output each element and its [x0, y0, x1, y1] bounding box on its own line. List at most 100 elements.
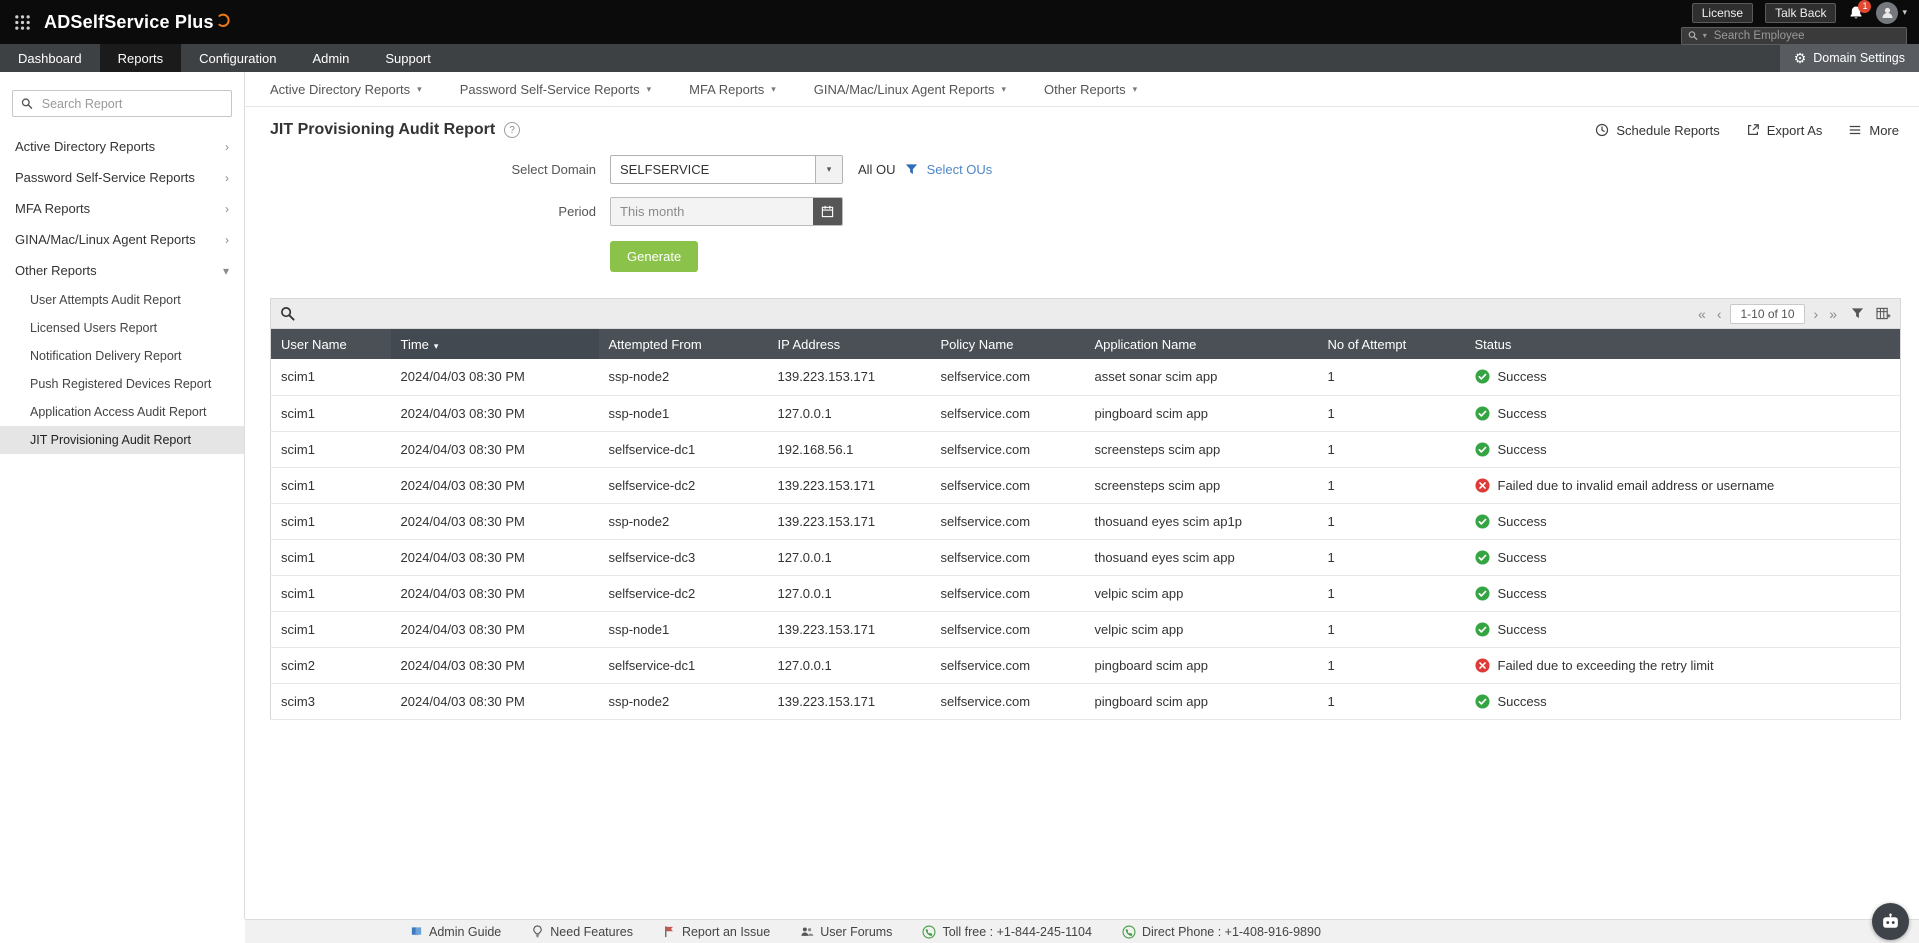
cell-user-name: scim3	[270, 683, 391, 720]
user-menu[interactable]: ▾	[1876, 1, 1907, 24]
chevron-down-icon: ▾	[1132, 83, 1138, 94]
talkback-button[interactable]: Talk Back	[1765, 2, 1837, 23]
domain-select[interactable]: SELFSERVICE ▾	[610, 155, 843, 184]
notifications-button[interactable]: 1	[1848, 0, 1872, 21]
first-page-button[interactable]: «	[1696, 307, 1708, 321]
cell-application-name: pingboard scim app	[1084, 647, 1318, 684]
cell-ip-address: 139.223.153.171	[767, 683, 931, 720]
cell-application-name: velpic scim app	[1084, 611, 1318, 648]
need-features-link[interactable]: Need Features	[531, 925, 633, 939]
period-input[interactable]	[611, 198, 813, 225]
more-button[interactable]: More	[1848, 123, 1899, 138]
person-icon	[1882, 7, 1893, 18]
last-page-button[interactable]: »	[1827, 307, 1839, 321]
sidebar-item-licensed-users-report[interactable]: Licensed Users Report	[0, 314, 244, 342]
col-attempted-from[interactable]: Attempted From	[598, 329, 768, 359]
employee-search[interactable]: ▾	[1681, 26, 1907, 45]
cell-no-of-attempt: 1	[1317, 359, 1465, 396]
user-forums-link[interactable]: User Forums	[800, 925, 892, 939]
table-row: scim1 2024/04/03 08:30 PM selfservice-dc1 1…	[270, 431, 1901, 468]
page-actions: Schedule Reports Export As More	[1595, 123, 1899, 138]
cell-attempted-from: selfservice-dc2	[598, 467, 768, 504]
col-status[interactable]: Status	[1464, 329, 1901, 359]
success-icon	[1474, 405, 1490, 421]
tab-admin[interactable]: Admin	[294, 44, 367, 72]
sidebar-group-gina-mac-linux-agent-reports[interactable]: GINA/Mac/Linux Agent Reports ›	[0, 224, 244, 255]
cell-user-name: scim1	[270, 503, 391, 540]
apps-grid-icon[interactable]	[14, 14, 31, 31]
report-nav-label: GINA/Mac/Linux Agent Reports	[813, 81, 995, 97]
footer: Admin Guide Need Features Report an Issu…	[245, 919, 1919, 943]
next-page-button[interactable]: ›	[1812, 307, 1821, 321]
column-chooser-button[interactable]	[1876, 307, 1891, 320]
cell-no-of-attempt: 1	[1317, 431, 1465, 468]
help-icon[interactable]: ?	[504, 122, 521, 138]
status-badge: Failed due to exceeding the retry limit	[1474, 658, 1901, 673]
sidebar-group-other-reports[interactable]: Other Reports ▾	[0, 255, 244, 286]
generate-button[interactable]: Generate	[610, 241, 699, 272]
ou-filter-icon[interactable]	[905, 163, 918, 176]
cell-policy-name: selfservice.com	[930, 395, 1085, 432]
col-time[interactable]: Time ▾	[390, 329, 599, 359]
schedule-reports-button[interactable]: Schedule Reports	[1595, 123, 1720, 138]
col-ip-address[interactable]: IP Address	[767, 329, 931, 359]
table-search-button[interactable]	[280, 306, 295, 321]
report-nav-other-reports[interactable]: Other Reports ▾	[1044, 82, 1137, 97]
sidebar-item-user-attempts-audit-report[interactable]: User Attempts Audit Report	[0, 286, 244, 314]
tab-support[interactable]: Support	[367, 44, 449, 72]
filter-button[interactable]	[1851, 307, 1864, 320]
phone-icon	[1122, 925, 1136, 938]
col-user-name[interactable]: User Name	[270, 329, 391, 359]
prev-page-button[interactable]: ‹	[1715, 307, 1724, 321]
search-icon	[281, 307, 295, 321]
cell-policy-name: selfservice.com	[930, 575, 1085, 612]
report-nav-label: Password Self-Service Reports	[459, 81, 640, 97]
cell-status: Success	[1464, 539, 1901, 576]
chat-assistant-button[interactable]	[1872, 903, 1909, 940]
status-text: Success	[1497, 621, 1547, 637]
report-issue-link[interactable]: Report an Issue	[663, 925, 770, 939]
cell-time: 2024/04/03 08:30 PM	[390, 395, 599, 432]
chevron-down-icon: ▾	[771, 83, 776, 94]
sidebar-item-notification-delivery-report[interactable]: Notification Delivery Report	[0, 342, 244, 370]
cell-application-name: pingboard scim app	[1084, 683, 1318, 720]
employee-search-input[interactable]	[1711, 28, 1900, 43]
cell-status: Success	[1464, 359, 1901, 396]
export-as-button[interactable]: Export As	[1746, 123, 1822, 138]
cell-ip-address: 139.223.153.171	[767, 467, 931, 504]
search-icon	[1688, 31, 1698, 40]
status-badge: Success	[1474, 405, 1901, 421]
report-nav-active-directory-reports[interactable]: Active Directory Reports ▾	[270, 82, 422, 97]
report-search-input[interactable]	[39, 95, 223, 112]
col-application-name[interactable]: Application Name	[1084, 329, 1318, 359]
sidebar-group-password-self-service-reports[interactable]: Password Self-Service Reports ›	[0, 162, 244, 193]
chevron-down-icon: ▾	[1702, 31, 1707, 40]
sidebar-group-active-directory-reports[interactable]: Active Directory Reports ›	[0, 131, 244, 162]
admin-guide-link[interactable]: Admin Guide	[410, 925, 501, 939]
all-ou-label: All OU	[858, 162, 896, 177]
app-logo-text: ADSelfService Plus	[44, 11, 214, 32]
col-policy-name[interactable]: Policy Name	[930, 329, 1085, 359]
report-nav-password-self-service-reports[interactable]: Password Self-Service Reports ▾	[460, 82, 651, 97]
tab-dashboard[interactable]: Dashboard	[0, 44, 100, 72]
table-row: scim1 2024/04/03 08:30 PM ssp-node1 139.223…	[270, 611, 1901, 648]
report-nav-gina-mac-linux-agent-reports[interactable]: GINA/Mac/Linux Agent Reports ▾	[814, 82, 1006, 97]
report-nav-mfa-reports[interactable]: MFA Reports ▾	[689, 82, 776, 97]
sidebar-item-push-registered-devices-report[interactable]: Push Registered Devices Report	[0, 370, 244, 398]
tab-configuration[interactable]: Configuration	[181, 44, 294, 72]
sidebar-item-application-access-audit-report[interactable]: Application Access Audit Report	[0, 398, 244, 426]
select-ous-link[interactable]: Select OUs	[927, 162, 993, 177]
domain-settings-button[interactable]: ⚙ Domain Settings	[1779, 44, 1919, 72]
domain-label: Select Domain	[511, 162, 596, 177]
sidebar-item-jit-provisioning-audit-report[interactable]: JIT Provisioning Audit Report	[0, 426, 244, 454]
col-no-of-attempt[interactable]: No of Attempt	[1317, 329, 1465, 359]
cell-policy-name: selfservice.com	[930, 647, 1085, 684]
report-search[interactable]	[12, 90, 232, 117]
sort-desc-icon: ▾	[433, 340, 439, 351]
tab-reports[interactable]: Reports	[99, 44, 182, 72]
calendar-button[interactable]	[813, 198, 842, 225]
cell-policy-name: selfservice.com	[930, 431, 1085, 468]
license-button[interactable]: License	[1691, 2, 1754, 23]
sidebar-group-mfa-reports[interactable]: MFA Reports ›	[0, 193, 244, 224]
book-icon	[411, 927, 422, 937]
